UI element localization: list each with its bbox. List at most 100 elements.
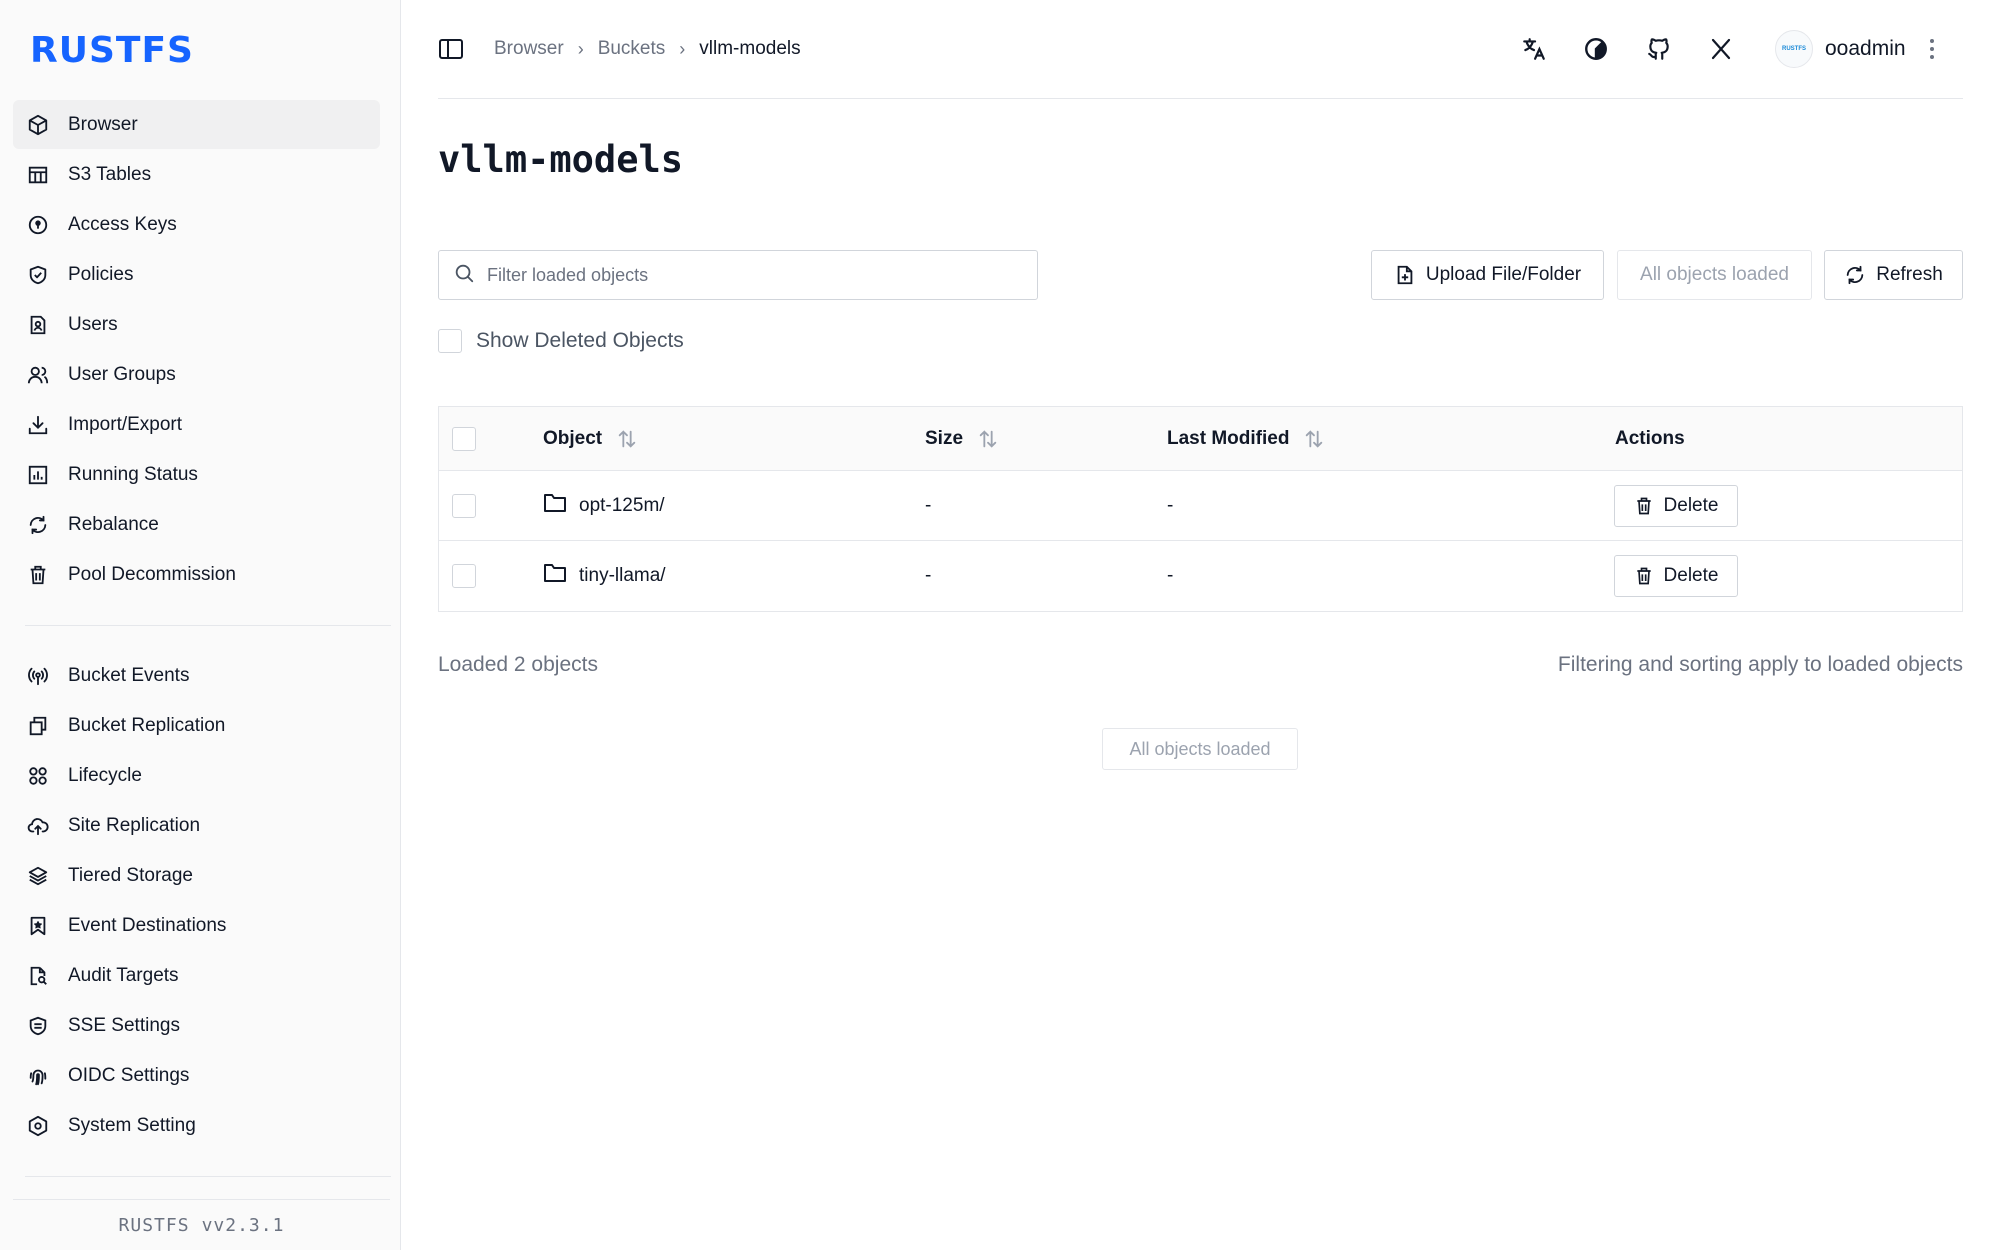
version-footer: RUSTFS vv2.3.1 [13,1199,390,1250]
sidebar-item-import-export[interactable]: Import/Export [13,400,380,449]
user-menu[interactable]: RUSTFS ooadmin [1775,30,1906,68]
breadcrumb-browser[interactable]: Browser [494,38,564,60]
users-icon [26,363,50,387]
filter-box [438,250,1038,300]
trash-icon [1634,495,1654,517]
sidebar-item-system-setting[interactable]: System Setting [13,1101,380,1150]
object-modified: - [1167,494,1174,516]
sidebar-item-bucket-replication[interactable]: Bucket Replication [13,701,380,750]
folder-icon [543,562,567,590]
upload-label: Upload File/Folder [1425,264,1582,285]
github-icon[interactable] [1644,34,1674,64]
sidebar-item-rebalance[interactable]: Rebalance [13,500,380,549]
refresh-icon [1844,264,1866,286]
cloud-upload-icon [26,814,50,838]
select-all-checkbox[interactable] [452,426,476,451]
column-actions: Actions [1615,407,1685,470]
brand-logo: RUSTFS [30,30,194,71]
all-loaded-label: All objects loaded [1640,264,1789,285]
column-last-modified[interactable]: Last Modified [1167,407,1325,470]
column-last-modified-label: Last Modified [1167,427,1290,449]
sidebar-item-s3-tables[interactable]: S3 Tables [13,150,380,199]
sidebar-item-tiered-storage[interactable]: Tiered Storage [13,851,380,900]
breadcrumb-buckets[interactable]: Buckets [598,38,666,60]
broadcast-icon [26,664,50,688]
table-header: Object Size Last Modified Actions [439,407,1962,471]
upload-file-folder-button[interactable]: Upload File/Folder [1371,250,1604,300]
show-deleted-toggle: Show Deleted Objects [438,329,684,353]
sidebar-item-label: Audit Targets [68,964,179,986]
sidebar-toggle-icon[interactable] [438,37,466,63]
delete-button[interactable]: Delete [1614,555,1738,597]
refresh-button[interactable]: Refresh [1824,250,1963,300]
sidebar-item-users[interactable]: Users [13,300,380,349]
sidebar: RUSTFS Browser S3 Tables Access Keys Pol… [0,0,401,1250]
delete-button[interactable]: Delete [1614,484,1738,527]
object-name[interactable]: tiny-llama/ [579,565,666,587]
sidebar-item-label: Event Destinations [68,914,227,936]
filter-input[interactable] [487,264,1027,286]
sidebar-item-label: Browser [68,113,138,135]
sidebar-item-label: System Setting [68,1114,196,1136]
sidebar-item-label: Lifecycle [68,764,142,786]
sidebar-nav-primary: Browser S3 Tables Access Keys Policies U… [13,100,380,600]
fingerprint-icon [26,1064,50,1088]
column-object[interactable]: Object [543,407,638,470]
more-vertical-icon[interactable] [1922,36,1942,62]
search-icon [453,262,475,289]
breadcrumb: Browser › Buckets › vllm-models [494,38,801,60]
theme-icon[interactable] [1581,34,1611,64]
row-checkbox[interactable] [452,493,476,518]
cube-icon [26,113,50,137]
x-twitter-icon[interactable] [1706,34,1736,64]
sidebar-divider [25,1176,391,1177]
sidebar-item-bucket-events[interactable]: Bucket Events [13,651,380,700]
sidebar-item-pool-decommission[interactable]: Pool Decommission [13,550,380,599]
sidebar-item-label: Bucket Events [68,664,190,686]
version-brand: RUSTFS [118,1214,190,1236]
sidebar-item-sse-settings[interactable]: SSE Settings [13,1001,380,1050]
translate-icon[interactable] [1519,34,1549,64]
all-objects-loaded-indicator: All objects loaded [1102,728,1298,770]
column-actions-label: Actions [1615,427,1685,449]
filter-note: Filtering and sorting apply to loaded ob… [1557,653,1963,676]
sidebar-item-audit-targets[interactable]: Audit Targets [13,951,380,1000]
lifecycle-icon [26,764,50,788]
delete-label: Delete [1663,565,1719,586]
row-checkbox[interactable] [452,564,476,588]
sidebar-item-event-destinations[interactable]: Event Destinations [13,901,380,950]
object-name[interactable]: opt-125m/ [579,495,665,517]
sidebar-item-browser[interactable]: Browser [13,100,380,149]
sidebar-item-label: S3 Tables [68,163,152,185]
sidebar-item-oidc-settings[interactable]: OIDC Settings [13,1051,380,1100]
sidebar-item-running-status[interactable]: Running Status [13,450,380,499]
table-row[interactable]: opt-125m/ - - Delete [439,471,1962,541]
bookmark-star-icon [26,914,50,938]
avatar: RUSTFS [1775,30,1813,68]
refresh-label: Refresh [1876,264,1943,285]
sort-icon [977,428,999,450]
sort-icon [1303,428,1325,450]
chevron-right-icon: › [577,38,584,59]
sidebar-item-lifecycle[interactable]: Lifecycle [13,751,380,800]
sidebar-item-access-keys[interactable]: Access Keys [13,200,380,249]
sidebar-item-site-replication[interactable]: Site Replication [13,801,380,850]
sidebar-item-policies[interactable]: Policies [13,250,380,299]
show-deleted-checkbox[interactable] [438,329,462,353]
object-modified: - [1167,565,1174,586]
sidebar-item-user-groups[interactable]: User Groups [13,350,380,399]
breadcrumb-current: vllm-models [699,38,801,59]
table-row[interactable]: tiny-llama/ - - Delete [439,541,1962,611]
object-size: - [925,494,932,516]
column-size[interactable]: Size [925,407,999,470]
file-search-icon [26,964,50,988]
column-size-label: Size [925,427,964,449]
sidebar-item-label: Rebalance [68,513,159,535]
settings-hex-icon [26,1114,50,1138]
refresh-icon [26,513,50,537]
show-deleted-label: Show Deleted Objects [476,329,684,352]
sidebar-item-label: Pool Decommission [68,563,236,585]
download-icon [26,413,50,437]
sidebar-item-label: Policies [68,263,134,285]
sidebar-divider [25,625,391,626]
